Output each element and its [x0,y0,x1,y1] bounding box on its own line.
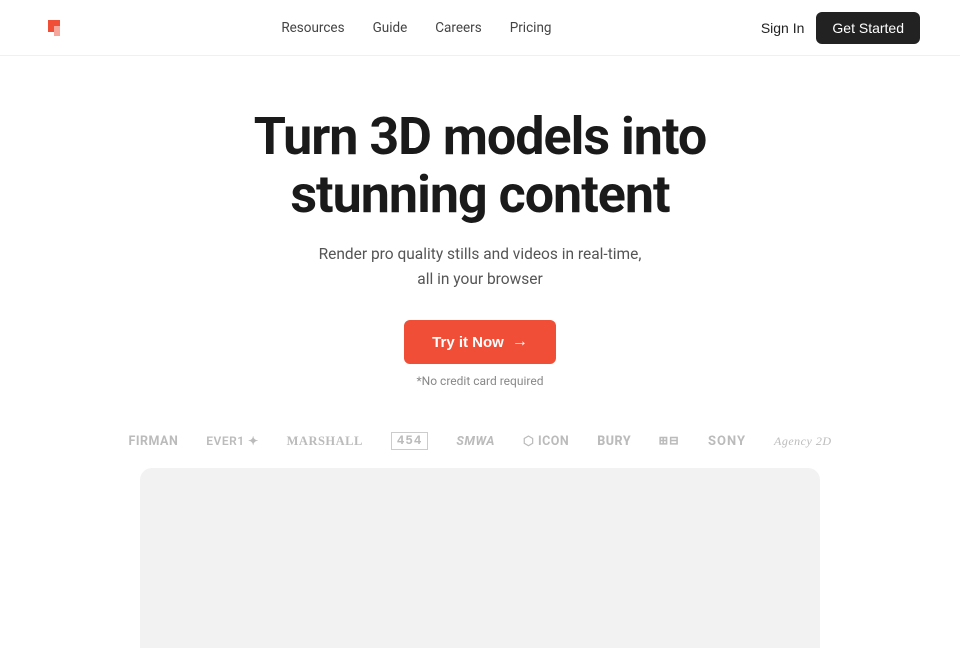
brand-grid: ⊞⊟ [659,433,680,450]
brand-smwa: smwa [456,434,495,449]
hero-subtitle: Render pro quality stills and videos in … [319,242,642,292]
brand-bury: BURY [597,434,631,449]
hero-section: Turn 3D models into stunning content Ren… [0,56,960,412]
brand-sony: SONY [708,434,746,449]
try-now-button[interactable]: Try it Now → [404,320,556,364]
brand-firman: FIRMAN [128,434,178,449]
no-credit-text: *No credit card required [416,374,543,388]
signin-button[interactable]: Sign In [761,20,805,36]
try-now-label: Try it Now [432,334,504,351]
brands-section: FIRMAN EVER1 ✦ Marshall 454 smwa ⬡ ICON … [0,412,960,468]
get-started-button[interactable]: Get Started [816,12,920,44]
nav-links: Resources Guide Careers Pricing [281,20,551,36]
brand-454: 454 [391,432,429,450]
nav-guide[interactable]: Guide [373,20,408,36]
brand-agency2d: Agency 2D [774,434,831,449]
brand-icon: ⬡ ICON [523,433,569,449]
logo[interactable] [40,12,72,44]
navbar: Resources Guide Careers Pricing Sign In … [0,0,960,56]
brand-marshall: Marshall [287,434,363,449]
hero-title: Turn 3D models into stunning content [254,108,706,224]
demo-area [140,468,820,648]
brand-everi: EVER1 ✦ [206,434,258,448]
nav-actions: Sign In Get Started [761,12,920,44]
nav-pricing[interactable]: Pricing [510,20,552,36]
hero-cta: Try it Now → *No credit card required [404,320,556,388]
nav-careers[interactable]: Careers [435,20,481,36]
logo-icon [40,12,72,44]
try-now-arrow: → [512,333,528,351]
nav-resources[interactable]: Resources [281,20,344,36]
